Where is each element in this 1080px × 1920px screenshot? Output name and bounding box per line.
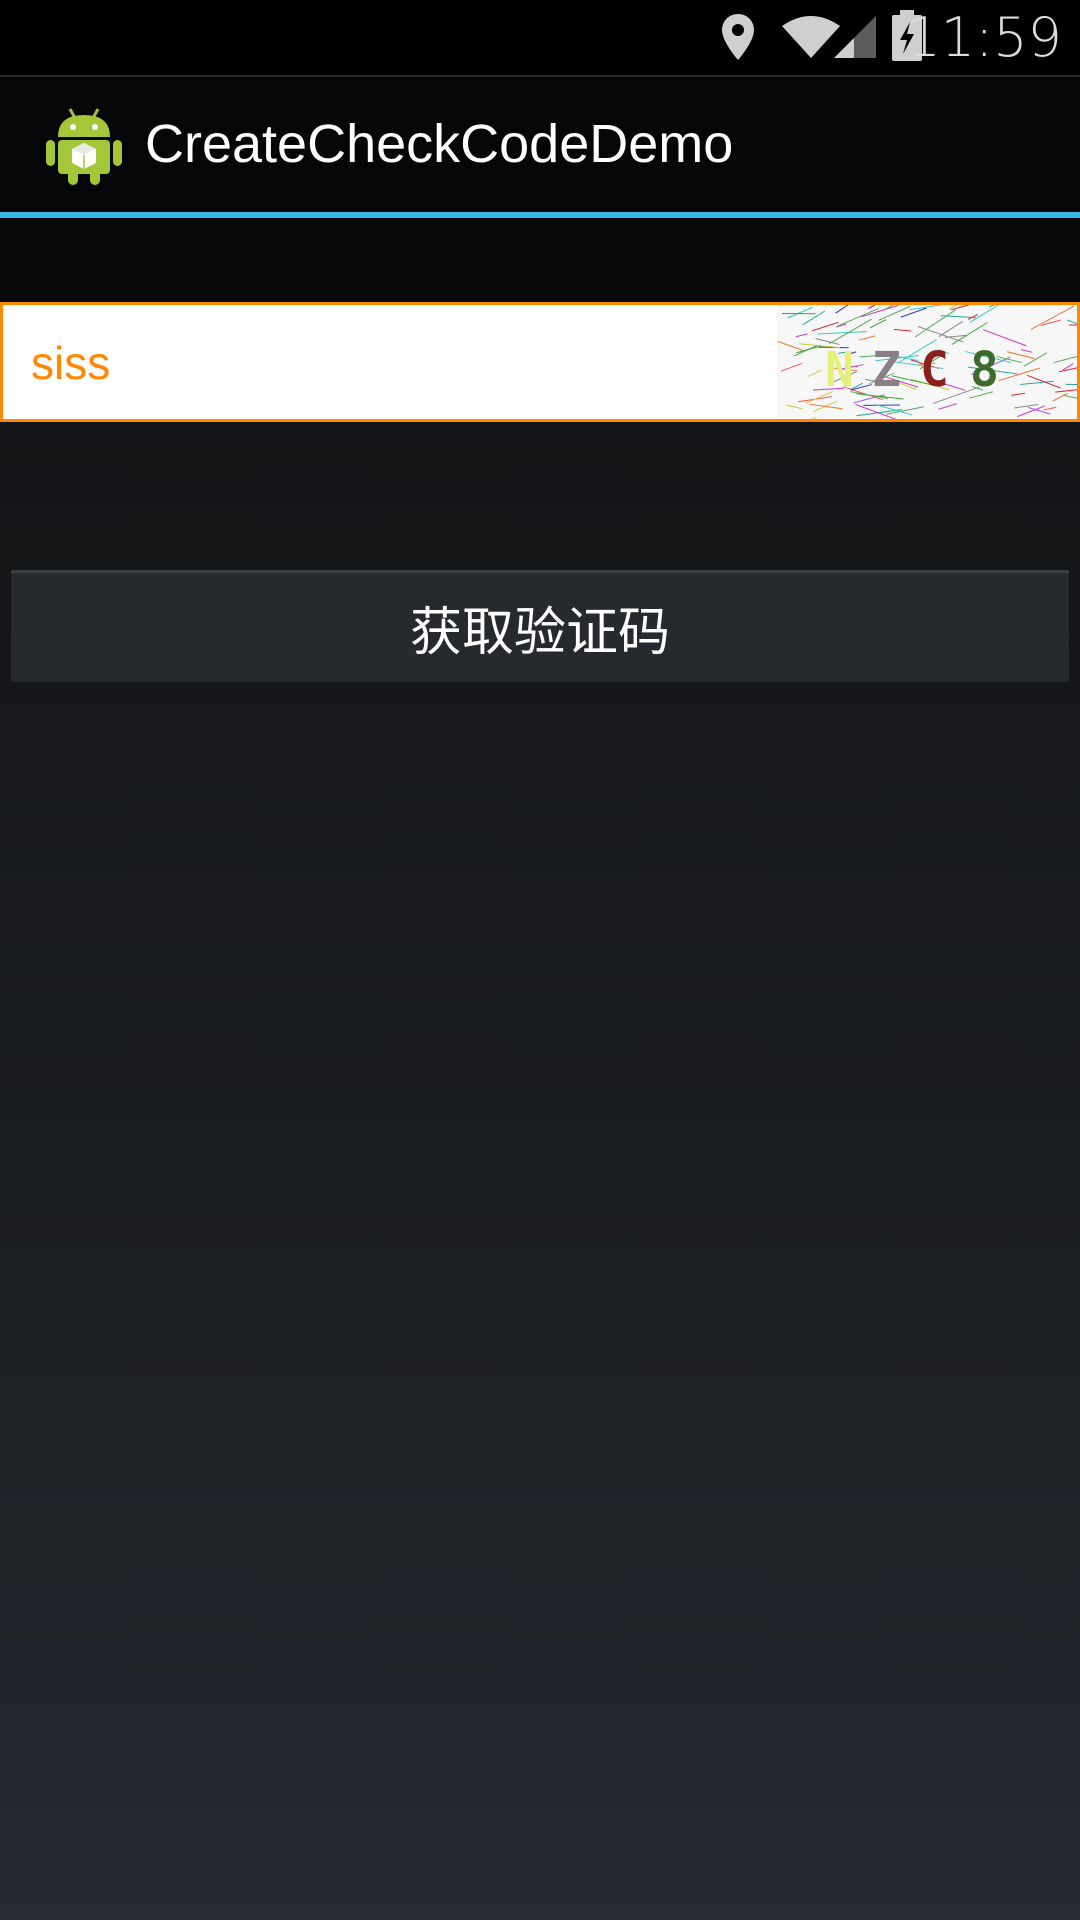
captcha-noise-line — [878, 305, 911, 321]
captcha-noise-line — [869, 319, 886, 329]
captcha-noise-line — [1014, 403, 1039, 409]
captcha-noise-line — [1068, 324, 1077, 326]
spacer — [0, 218, 1080, 302]
captcha-noise-line — [835, 305, 849, 314]
get-code-button[interactable]: 获取验证码 — [11, 570, 1069, 682]
captcha-char: 8 — [970, 342, 999, 398]
captcha-char: Z — [872, 342, 901, 398]
captcha-noise-line — [1026, 374, 1061, 389]
captcha-noise-line — [1052, 392, 1068, 402]
captcha-input-row: siss N Z C 8 — [0, 302, 1080, 422]
captcha-char: N — [825, 342, 854, 398]
captcha-noise-line — [1023, 352, 1048, 367]
captcha-noise-line — [1021, 349, 1033, 353]
captcha-noise-line — [893, 328, 912, 332]
captcha-noise-line — [809, 403, 843, 410]
captcha-noise-line — [1053, 355, 1077, 364]
android-robot-icon[interactable] — [44, 103, 124, 187]
code-input[interactable]: siss — [31, 335, 110, 391]
captcha-noise-line — [938, 403, 957, 410]
status-bar: 11:59 — [0, 0, 1080, 75]
captcha-noise-line — [787, 306, 813, 319]
divider — [0, 75, 1080, 77]
captcha-noise-line — [795, 333, 808, 338]
captcha-noise-line — [867, 305, 876, 310]
clock: 11:59 — [906, 6, 1062, 69]
captcha-noise-line — [858, 335, 876, 341]
captcha-noise-line — [780, 362, 803, 372]
captcha-noise-line — [938, 320, 964, 338]
captcha-noise-line — [1011, 392, 1025, 396]
captcha-noise-line — [777, 340, 803, 351]
captcha-noise-line — [802, 310, 826, 326]
captcha-noise-line — [988, 305, 996, 308]
captcha-noise-line — [1020, 380, 1054, 385]
captcha-noise-line — [808, 369, 822, 377]
captcha-noise-line — [1055, 389, 1077, 393]
captcha-noise-line — [1030, 305, 1075, 330]
app-title: CreateCheckCodeDemo — [145, 114, 734, 174]
captcha-noise-line — [817, 331, 868, 335]
location-icon — [722, 14, 754, 60]
captcha-noise-line — [998, 367, 1040, 382]
captcha-noise-line — [836, 307, 879, 328]
captcha-noise-line — [1062, 394, 1077, 399]
captcha-noise-line — [785, 404, 804, 410]
captcha-noise-line — [812, 321, 839, 332]
captcha-noise-line — [969, 305, 1000, 323]
captcha-noise-line — [1067, 319, 1077, 325]
signal-icon — [834, 16, 876, 58]
captcha-char: C — [920, 342, 949, 398]
captcha-noise-line — [855, 404, 897, 419]
captcha-noise-line — [1006, 351, 1036, 360]
captcha-noise-line — [860, 305, 899, 318]
action-bar: CreateCheckCodeDemo — [0, 75, 1080, 212]
captcha-noise-line — [1043, 406, 1057, 411]
captcha-image[interactable]: N Z C 8 — [777, 305, 1077, 419]
captcha-noise-line — [812, 417, 818, 419]
captcha-noise-line — [917, 326, 964, 343]
